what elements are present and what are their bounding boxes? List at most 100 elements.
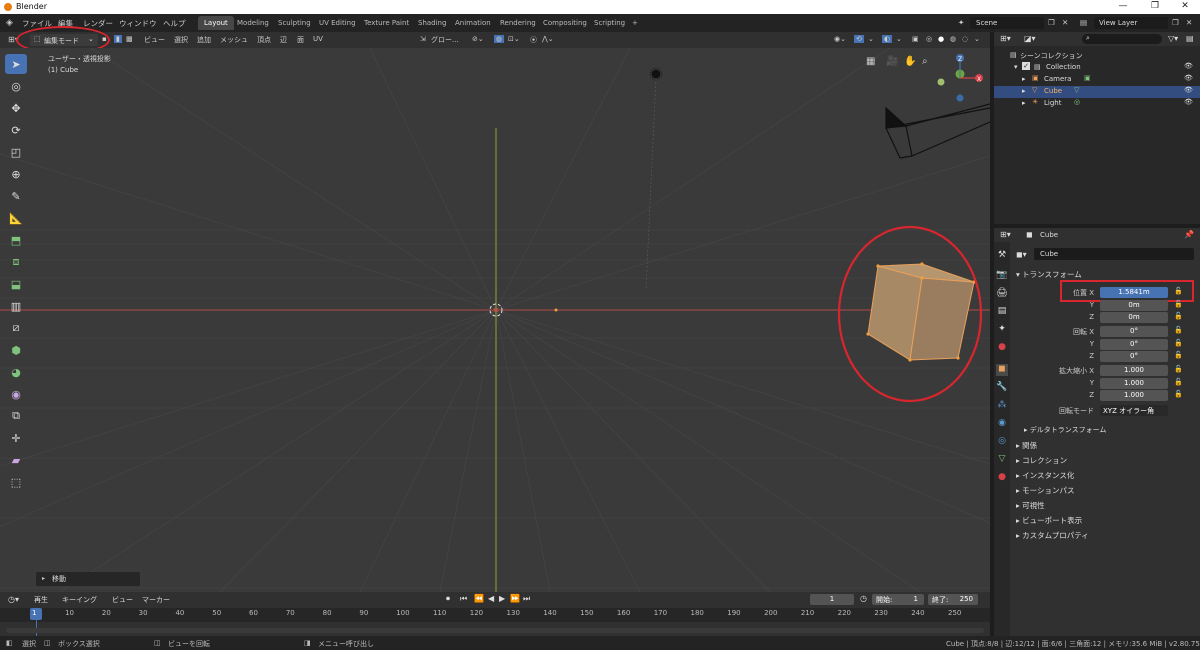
lock-icon[interactable]: 🔓 bbox=[1174, 390, 1183, 398]
jump-key-back-icon[interactable]: ⏪ bbox=[474, 594, 484, 603]
menu-mesh[interactable]: メッシュ bbox=[220, 35, 248, 45]
vertex-select-icon[interactable]: ▪ bbox=[102, 35, 107, 43]
menu-add[interactable]: 追加 bbox=[197, 35, 211, 45]
menu-select[interactable]: 選択 bbox=[174, 35, 188, 45]
location-z-field[interactable]: 0m bbox=[1100, 312, 1168, 323]
lock-icon[interactable]: 🔓 bbox=[1174, 339, 1183, 347]
section-viewport-display[interactable]: ▸ ビューポート表示 bbox=[1016, 515, 1082, 526]
poly-build-tool-icon[interactable]: ⬢ bbox=[5, 340, 27, 360]
current-frame-field[interactable]: 1 bbox=[810, 594, 854, 605]
tab-animation[interactable]: Animation bbox=[449, 16, 497, 30]
scale-y-field[interactable]: 1.000 bbox=[1100, 378, 1168, 389]
visibility-eye-icon[interactable]: 👁 bbox=[1184, 86, 1193, 94]
material-shading-icon[interactable]: ◍ bbox=[950, 35, 956, 43]
delete-view-layer-icon[interactable]: ✕ bbox=[1186, 18, 1192, 27]
close-button[interactable]: ✕ bbox=[1170, 1, 1200, 11]
rotate-tool-icon[interactable]: ⟳ bbox=[5, 120, 27, 140]
filter-icon[interactable]: ▽▾ bbox=[1168, 34, 1178, 43]
pivot-icon[interactable]: ⊘⌄ bbox=[472, 35, 484, 43]
render-tab-icon[interactable]: 📷 bbox=[996, 270, 1008, 282]
location-y-field[interactable]: 0m bbox=[1100, 300, 1168, 311]
menu-marker[interactable]: マーカー bbox=[142, 595, 170, 605]
lock-icon[interactable]: 🔓 bbox=[1174, 287, 1183, 295]
visibility-eye-icon[interactable]: 👁 bbox=[1184, 62, 1193, 70]
rotation-x-field[interactable]: 0° bbox=[1100, 326, 1168, 337]
jump-start-icon[interactable]: ⏮ bbox=[460, 594, 467, 604]
outliner-scene-collection[interactable]: ▤ シーンコレクション bbox=[994, 50, 1200, 62]
jump-end-icon[interactable]: ⏭ bbox=[523, 594, 530, 604]
view-layer-tab-icon[interactable]: ▤ bbox=[996, 306, 1008, 318]
lock-icon[interactable]: 🔓 bbox=[1174, 378, 1183, 386]
tab-modeling[interactable]: Modeling bbox=[231, 16, 275, 30]
new-view-layer-icon[interactable]: ❐ bbox=[1172, 18, 1179, 27]
spin-tool-icon[interactable]: ◕ bbox=[5, 362, 27, 382]
shrink-tool-icon[interactable]: ✛ bbox=[5, 428, 27, 448]
end-frame-field[interactable]: 終了: 250 bbox=[928, 594, 978, 605]
face-select-icon[interactable]: ▩ bbox=[126, 35, 133, 43]
play-icon[interactable]: ▶ bbox=[499, 594, 505, 603]
loop-cut-tool-icon[interactable]: ▥ bbox=[5, 296, 27, 316]
tool-tab-icon[interactable]: ⚒ bbox=[996, 250, 1008, 262]
scale-z-field[interactable]: 1.000 bbox=[1100, 390, 1168, 401]
tab-shading[interactable]: Shading bbox=[412, 16, 452, 30]
clock-icon[interactable]: ◷ bbox=[860, 594, 867, 603]
section-motion-paths[interactable]: ▸ モーションパス bbox=[1016, 485, 1075, 496]
particles-tab-icon[interactable]: ⁂ bbox=[996, 400, 1008, 412]
orientation-dropdown[interactable]: グロー... bbox=[431, 35, 459, 45]
edge-slide-tool-icon[interactable]: ⧉ bbox=[5, 406, 27, 426]
last-operator-panel[interactable]: ▸ 移動 bbox=[36, 572, 140, 586]
timeline-scrollbar[interactable] bbox=[6, 628, 984, 633]
menu-timeline-view[interactable]: ビュー bbox=[112, 595, 133, 605]
material-tab-icon[interactable]: ● bbox=[996, 472, 1008, 484]
modifier-tab-icon[interactable]: 🔧 bbox=[996, 382, 1008, 394]
3d-viewport[interactable]: Z X ユーザー・透視投影 (1) Cube ▦ 🎥 ✋ ⌕ ▸ 移動 bbox=[0, 48, 990, 592]
constraints-tab-icon[interactable]: ◎ bbox=[996, 436, 1008, 448]
minimize-button[interactable]: — bbox=[1108, 1, 1138, 11]
menu-face[interactable]: 面 bbox=[297, 35, 304, 45]
tab-texture-paint[interactable]: Texture Paint bbox=[358, 16, 415, 30]
tab-uv-editing[interactable]: UV Editing bbox=[313, 16, 362, 30]
knife-tool-icon[interactable]: ⧄ bbox=[5, 318, 27, 338]
pin-icon[interactable]: 📌 bbox=[1184, 230, 1194, 239]
extrude-tool-icon[interactable]: ⬒ bbox=[5, 230, 27, 250]
wireframe-shading-icon[interactable]: ◎ bbox=[926, 35, 932, 43]
tab-sculpting[interactable]: Sculpting bbox=[272, 16, 317, 30]
section-visibility[interactable]: ▸ 可視性 bbox=[1016, 500, 1045, 511]
tab-scripting[interactable]: Scripting bbox=[588, 16, 631, 30]
menu-keying[interactable]: キーイング bbox=[62, 595, 97, 605]
menu-help[interactable]: ヘルプ bbox=[163, 18, 186, 29]
lock-icon[interactable]: 🔓 bbox=[1174, 326, 1183, 334]
zoom-icon[interactable]: ⌕ bbox=[922, 56, 928, 67]
transform-tool-icon[interactable]: ⊕ bbox=[5, 164, 27, 184]
physics-tab-icon[interactable]: ◉ bbox=[996, 418, 1008, 430]
falloff-icon[interactable]: ⋀⌄ bbox=[542, 35, 554, 43]
scene-field[interactable]: Scene bbox=[970, 17, 1044, 29]
tab-layout[interactable]: Layout bbox=[198, 16, 234, 30]
section-relations[interactable]: ▸ 関係 bbox=[1016, 440, 1037, 451]
visibility-eye-icon[interactable]: 👁 bbox=[1184, 74, 1193, 82]
solid-shading-icon[interactable]: ● bbox=[938, 35, 944, 43]
jump-key-forward-icon[interactable]: ⏩ bbox=[510, 594, 520, 603]
record-icon[interactable]: ⏺ bbox=[446, 594, 450, 604]
annotate-tool-icon[interactable]: ✎ bbox=[5, 186, 27, 206]
smooth-tool-icon[interactable]: ◉ bbox=[5, 384, 27, 404]
xray-icon[interactable]: ▣ bbox=[912, 35, 919, 43]
inset-tool-icon[interactable]: ⧈ bbox=[5, 252, 27, 272]
visibility-icon[interactable]: ◉⌄ bbox=[834, 35, 846, 43]
new-collection-icon[interactable]: ▤ bbox=[1186, 34, 1194, 43]
tab-rendering[interactable]: Rendering bbox=[494, 16, 542, 30]
rotation-mode-dropdown[interactable]: XYZ オイラー角 bbox=[1100, 405, 1168, 416]
menu-uv[interactable]: UV bbox=[313, 35, 323, 43]
lock-icon[interactable]: 🔓 bbox=[1174, 312, 1183, 320]
overlay-icon[interactable]: ◐ bbox=[882, 35, 893, 43]
lock-icon[interactable]: 🔓 bbox=[1174, 300, 1183, 308]
transform-header[interactable]: ▾ トランスフォーム bbox=[1016, 269, 1082, 280]
scale-tool-icon[interactable]: ◰ bbox=[5, 142, 27, 162]
data-tab-icon[interactable]: ▽ bbox=[996, 454, 1008, 466]
tab-compositing[interactable]: Compositing bbox=[537, 16, 593, 30]
delta-transform-header[interactable]: ▸ デルタトランスフォーム bbox=[1024, 425, 1106, 435]
move-tool-icon[interactable]: ✥ bbox=[5, 98, 27, 118]
maximize-button[interactable]: ❐ bbox=[1140, 1, 1170, 11]
pan-hand-icon[interactable]: ✋ bbox=[904, 56, 916, 67]
menu-window[interactable]: ウィンドウ bbox=[119, 18, 157, 29]
